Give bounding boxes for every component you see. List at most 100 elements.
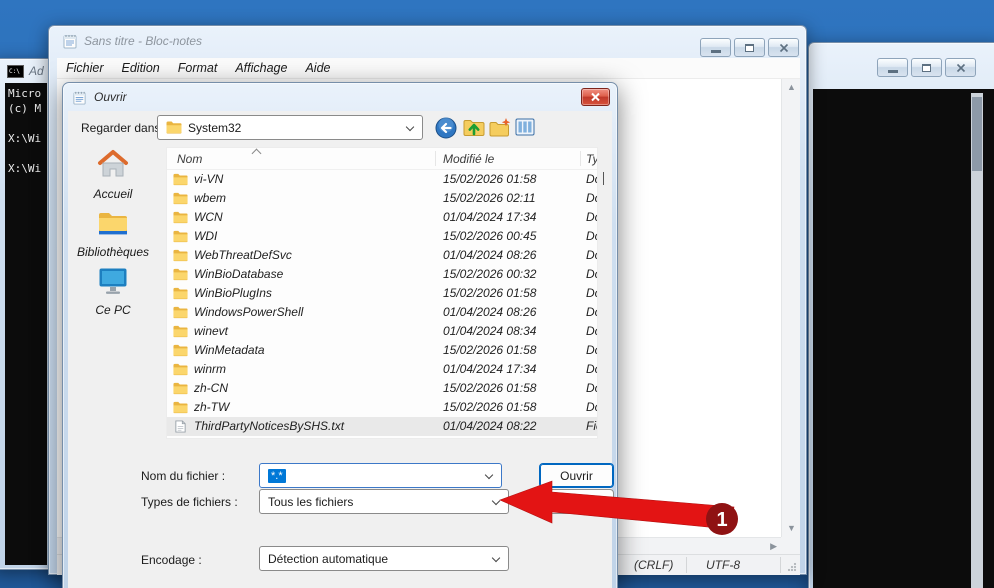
table-row[interactable]: ThirdPartyNoticesBySHS.txt 01/04/2024 08… [167,417,597,436]
open-dialog-titlebar[interactable]: Ouvrir [63,83,617,111]
file-type: Dossier de fichiers [586,324,598,338]
table-row[interactable]: WCN 01/04/2024 17:34 Dossier de fichiers [167,208,597,227]
menu-item-affichage[interactable]: Affichage [226,61,296,75]
file-type: Dossier de fichiers [586,286,598,300]
sort-ascending-icon [252,149,262,159]
sidebar-item-home[interactable]: Accueil [63,149,163,201]
folder-icon [173,306,188,319]
file-modified-date: 15/02/2026 02:11 [443,191,536,205]
column-header-name[interactable]: Nom [177,152,202,166]
minimize-icon [711,50,721,53]
close-button[interactable] [768,38,799,57]
file-name-label: Nom du fichier : [141,469,225,483]
encoding-combobox[interactable]: Détection automatique [259,546,509,571]
sidebar-item-libraries[interactable]: Bibliothèques [63,209,163,259]
terminal-output-left: Micro(c) M X:\Wi X:\Wi [5,83,47,179]
table-row[interactable]: WDI 15/02/2026 00:45 Dossier de fichiers [167,227,597,246]
folder-icon [173,363,188,376]
maximize-button[interactable] [911,58,942,77]
file-name-value: *.* [268,469,286,483]
column-separator[interactable] [580,151,581,166]
column-header-type[interactable]: Type [586,152,598,166]
views-button[interactable] [515,117,547,139]
menu-item-fichier[interactable]: Fichier [57,61,113,75]
new-folder-button[interactable] [489,117,511,139]
file-name: winevt [194,324,228,338]
file-name-combobox[interactable]: *.* [259,463,502,488]
file-modified-date: 15/02/2026 01:58 [443,400,536,414]
scroll-down-icon[interactable]: ▼ [787,524,796,533]
terminal-window-right[interactable] [808,42,994,588]
table-row[interactable]: winrm 01/04/2024 17:34 Dossier de fichie… [167,360,597,379]
terminal-right-scrollbar[interactable] [971,93,983,588]
notepad-menubar: FichierEditionFormatAffichageAide [57,58,800,79]
table-row[interactable]: WindowsPowerShell 01/04/2024 08:26 Dossi… [167,303,597,322]
file-type: Dossier de fichiers [586,248,598,262]
open-dialog-title: Ouvrir [94,90,127,104]
vertical-scrollbar[interactable]: ▲ ▼ [781,79,800,537]
computer-icon [98,267,128,295]
file-name: WindowsPowerShell [194,305,303,319]
folder-icon [173,192,188,205]
resize-grip[interactable] [787,562,797,572]
file-modified-date: 15/02/2026 00:32 [443,267,536,281]
table-row[interactable]: winevt 01/04/2024 08:34 Dossier de fichi… [167,322,597,341]
file-type-combobox[interactable]: Tous les fichiers [259,489,509,514]
file-type: Dossier de fichiers [586,267,598,281]
up-one-level-button[interactable] [463,117,485,139]
maximize-button[interactable] [734,38,765,57]
file-modified-date: 15/02/2026 01:58 [443,286,536,300]
cancel-button[interactable]: Annuler [539,489,614,514]
folder-icon [173,249,188,262]
menu-item-aide[interactable]: Aide [296,61,339,75]
close-icon [590,92,601,102]
back-button[interactable] [435,117,457,139]
table-row[interactable]: WinBioPlugIns 15/02/2026 01:58 Dossier d… [167,284,597,303]
table-row[interactable]: WebThreatDefSvc 01/04/2024 08:26 Dossier… [167,246,597,265]
cmd-icon: C:\ [7,65,24,78]
look-in-combobox[interactable]: System32 [157,115,423,140]
chevron-down-icon [406,123,414,131]
menu-item-edition[interactable]: Edition [113,61,169,75]
libraries-icon [97,209,129,237]
file-type: Dossier de fichiers [586,210,598,224]
folder-icon [173,287,188,300]
table-row[interactable]: WinMetadata 15/02/2026 01:58 Dossier de … [167,341,597,360]
file-type: Dossier de fichiers [586,362,598,376]
notepad-window-buttons [700,38,799,57]
table-row[interactable]: wbem 15/02/2026 02:11 Dossier de fichier… [167,189,597,208]
sidebar-item-label: Bibliothèques [63,245,163,259]
folder-icon [173,325,188,338]
file-modified-date: 15/02/2026 01:58 [443,343,536,357]
file-type: Dossier de fichiers [586,343,598,357]
close-icon [956,63,966,73]
maximize-icon [922,64,931,72]
file-type: Dossier de fichiers [586,172,598,186]
sidebar-item-this-pc[interactable]: Ce PC [63,267,163,317]
file-list: Nom Modifié le Type vi-VN 15/02/2026 01:… [166,147,598,439]
file-type-label: Types de fichiers : [141,495,238,509]
minimize-button[interactable] [700,38,731,57]
open-button[interactable]: Ouvrir [539,463,614,488]
table-row[interactable]: zh-CN 15/02/2026 01:58 Dossier de fichie… [167,379,597,398]
folder-icon [166,121,182,134]
column-header-modified[interactable]: Modifié le [443,152,494,166]
folder-icon [173,268,188,281]
minimize-button[interactable] [877,58,908,77]
notepad-icon [62,33,78,49]
close-button[interactable] [581,88,610,106]
menu-item-format[interactable]: Format [169,61,227,75]
look-in-label: Regarder dans : [81,121,167,135]
status-encoding: UTF-8 [706,558,740,572]
text-file-icon [173,420,188,433]
scroll-up-icon[interactable]: ▲ [787,83,796,92]
file-name: wbem [194,191,226,205]
table-row[interactable]: WinBioDatabase 15/02/2026 00:32 Dossier … [167,265,597,284]
file-name: winrm [194,362,226,376]
table-row[interactable]: zh-TW 15/02/2026 01:58 Dossier de fichie… [167,398,597,417]
column-separator[interactable] [435,151,436,166]
notepad-titlebar[interactable]: Sans titre - Bloc-notes [49,26,806,56]
table-row[interactable]: vi-VN 15/02/2026 01:58 Dossier de fichie… [167,170,597,189]
close-button[interactable] [945,58,976,77]
scroll-right-icon[interactable]: ▶ [770,542,777,551]
